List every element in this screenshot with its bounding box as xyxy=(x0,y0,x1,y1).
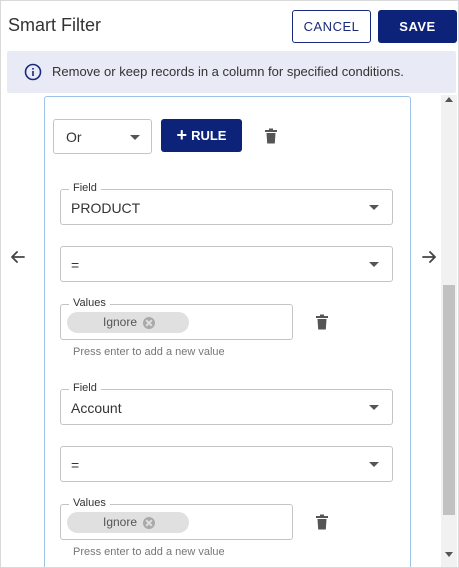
chevron-down-icon xyxy=(369,205,379,210)
rule-2-value-chip: Ignore xyxy=(67,512,189,533)
rule-2-field-select[interactable]: Field Account xyxy=(60,382,393,425)
add-rule-button[interactable]: + RULE xyxy=(161,119,242,152)
rule-1-values-legend: Values xyxy=(69,297,110,309)
group-operator-select[interactable]: Or xyxy=(53,119,152,154)
rule-2-comparator-value: = xyxy=(71,457,80,473)
delete-rule-2-trash-icon[interactable] xyxy=(315,514,329,530)
rule-2-comparator-select[interactable]: = xyxy=(60,446,393,482)
rule-1-helper-text: Press enter to add a new value xyxy=(73,346,225,358)
chevron-down-icon xyxy=(130,135,140,140)
delete-group-trash-icon[interactable] xyxy=(264,128,278,144)
vertical-scrollbar[interactable] xyxy=(441,95,457,567)
chevron-down-icon xyxy=(369,262,379,267)
chevron-down-icon xyxy=(369,405,379,410)
chevron-down-icon xyxy=(369,462,379,467)
rule-1-field-legend: Field xyxy=(69,182,101,194)
delete-rule-1-trash-icon[interactable] xyxy=(315,314,329,330)
chip-remove-icon[interactable] xyxy=(143,317,155,329)
arrow-right-icon[interactable] xyxy=(419,247,439,267)
add-rule-label: RULE xyxy=(191,128,227,143)
rule-1-value-chip: Ignore xyxy=(67,312,189,333)
rule-1-comparator-value: = xyxy=(71,257,80,273)
rule-1-field-value: PRODUCT xyxy=(71,200,141,216)
rule-2-values-input[interactable]: Values Ignore xyxy=(60,497,293,540)
rule-2-helper-text: Press enter to add a new value xyxy=(73,546,225,558)
info-text: Remove or keep records in a column for s… xyxy=(52,64,404,79)
scroll-down-icon[interactable] xyxy=(445,552,453,557)
rule-1-comparator-select[interactable]: = xyxy=(60,246,393,282)
chip-label: Ignore xyxy=(103,515,138,529)
rule-2-values-legend: Values xyxy=(69,497,110,509)
rule-2-field-value: Account xyxy=(71,400,122,416)
smart-filter-panel: Smart Filter CANCEL SAVE Remove or keep … xyxy=(0,0,459,568)
plus-icon: + xyxy=(176,124,188,145)
panel-title: Smart Filter xyxy=(8,15,102,35)
group-operator-value: Or xyxy=(66,129,82,145)
scroll-up-icon[interactable] xyxy=(445,97,453,102)
chip-remove-icon[interactable] xyxy=(143,517,155,529)
arrow-left-icon[interactable] xyxy=(8,247,28,267)
scrollbar-thumb[interactable] xyxy=(443,285,455,515)
info-icon xyxy=(24,63,42,81)
rule-1-field-select[interactable]: Field PRODUCT xyxy=(60,182,393,225)
rule-2-field-legend: Field xyxy=(69,382,101,394)
save-button[interactable]: SAVE xyxy=(378,10,457,43)
info-banner: Remove or keep records in a column for s… xyxy=(7,51,456,93)
cancel-button[interactable]: CANCEL xyxy=(292,10,371,43)
rule-1-values-input[interactable]: Values Ignore xyxy=(60,297,293,340)
chip-label: Ignore xyxy=(103,315,138,329)
